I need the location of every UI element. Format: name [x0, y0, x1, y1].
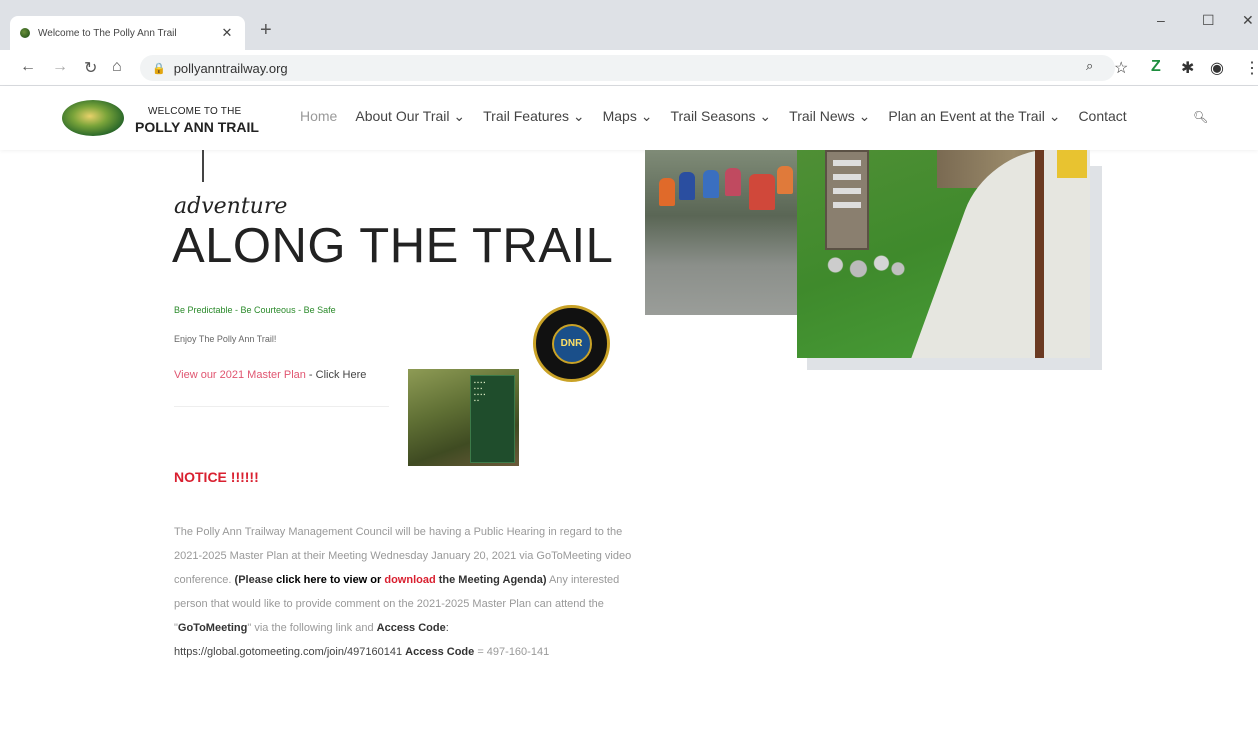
zoom-icon[interactable]: ⌕: [1086, 58, 1093, 74]
dnr-label: DNR: [560, 338, 583, 349]
vertical-divider: [202, 150, 204, 182]
maximize-button[interactable]: ☐: [1202, 12, 1215, 29]
master-plan-link[interactable]: View our 2021 Master Plan: [174, 369, 306, 381]
michigan-map-icon: DNR: [551, 323, 592, 364]
rider-figure: [703, 170, 719, 198]
site-favicon-icon: [20, 28, 30, 38]
new-tab-button[interactable]: +: [260, 19, 272, 42]
post-marking: [833, 174, 861, 180]
enjoy-text: Enjoy The Polly Ann Trail!: [174, 334, 277, 344]
address-toolbar: ← → ↻ ⌂ 🔒 pollyanntrailway.org ⌕ ☆ Z ✱ ◉…: [0, 50, 1258, 86]
agenda-text: the Meeting Agenda): [435, 574, 547, 586]
close-tab-icon[interactable]: ✕: [219, 25, 235, 41]
paved-path: [906, 150, 1090, 358]
extension-z-icon[interactable]: Z: [1151, 58, 1161, 76]
nav-maps[interactable]: Maps ⌄: [603, 108, 653, 125]
post-marking: [833, 160, 861, 166]
gotomeeting-text: GoToMeeting: [177, 622, 248, 634]
safety-motto: Be Predictable - Be Courteous - Be Safe: [174, 305, 336, 315]
cover-title-panel: ▪ ▪ ▪ ▪ ▪ ▪ ▪ ▪ ▪ ▪ ▪ ▪ ▪: [470, 375, 515, 463]
nav-trail-news[interactable]: Trail News ⌄: [789, 108, 870, 125]
stone-base: [817, 246, 909, 284]
cover-text-block: ▪ ▪ ▪ ▪ ▪ ▪ ▪ ▪ ▪ ▪ ▪ ▪ ▪: [474, 380, 486, 404]
rider-figure: [679, 172, 695, 200]
minimize-button[interactable]: –: [1157, 12, 1165, 28]
post-marking: [833, 202, 861, 208]
trail-marker-photo: [797, 150, 1090, 358]
nav-contact[interactable]: Contact: [1078, 108, 1126, 125]
nav-trail-features[interactable]: Trail Features ⌄: [483, 108, 584, 125]
browser-tab[interactable]: Welcome to The Polly Ann Trail ✕: [10, 16, 245, 50]
post-marking: [833, 188, 861, 194]
nav-about-our-trail[interactable]: About Our Trail ⌄: [355, 108, 465, 125]
hero-headline: ALONG THE TRAIL: [172, 219, 614, 273]
rider-figure: [777, 166, 793, 194]
section-divider: [174, 406, 389, 407]
notice-paragraph-3: " via the following link and: [247, 622, 377, 634]
master-plan-cover-image[interactable]: ▪ ▪ ▪ ▪ ▪ ▪ ▪ ▪ ▪ ▪ ▪ ▪ ▪: [408, 369, 519, 466]
click-here-text[interactable]: - Click Here: [306, 369, 366, 381]
reload-icon[interactable]: ↻: [84, 58, 97, 78]
url-text[interactable]: pollyanntrailway.org: [174, 61, 288, 76]
nav-home[interactable]: Home: [300, 108, 337, 125]
tab-title: Welcome to The Polly Ann Trail: [38, 27, 177, 39]
site-search-icon[interactable]: 🔍︎: [1193, 110, 1208, 124]
cyclists-photo: [645, 150, 805, 315]
browser-tab-bar: Welcome to The Polly Ann Trail ✕ + – ☐ ✕: [0, 0, 1258, 50]
logo-tagline[interactable]: WELCOME TO THE: [148, 106, 241, 117]
trail-marker-post: [825, 150, 869, 250]
access-code-label: Access Code: [376, 622, 446, 634]
lock-icon[interactable]: 🔒: [152, 62, 166, 75]
please-text: (Please: [234, 574, 277, 586]
rider-figure: [749, 174, 775, 210]
nav-plan-event[interactable]: Plan an Event at the Trail ⌄: [888, 108, 1060, 125]
menu-kebab-icon[interactable]: ⋮: [1244, 58, 1258, 78]
polly-ann-logo-icon[interactable]: [62, 100, 124, 136]
nav-trail-seasons[interactable]: Trail Seasons ⌄: [670, 108, 771, 125]
profile-icon[interactable]: ◉: [1210, 58, 1224, 78]
access-code-value: = 497-160-141: [474, 646, 550, 658]
bookmark-star-icon[interactable]: ☆: [1114, 58, 1128, 78]
click-here-link[interactable]: click here to view or: [276, 574, 384, 586]
rider-figure: [725, 168, 741, 196]
home-icon[interactable]: ⌂: [112, 58, 122, 76]
notice-body: The Polly Ann Trailway Management Counci…: [174, 520, 634, 664]
forward-icon[interactable]: →: [52, 58, 68, 76]
site-header: WELCOME TO THE POLLY ANN TRAIL Home Abou…: [0, 86, 1258, 150]
url-bar[interactable]: 🔒 pollyanntrailway.org: [140, 55, 1115, 81]
close-window-button[interactable]: ✕: [1242, 12, 1254, 29]
download-link[interactable]: download: [384, 574, 435, 586]
back-icon[interactable]: ←: [20, 58, 36, 76]
master-plan-line: View our 2021 Master Plan - Click Here: [174, 369, 366, 381]
extensions-puzzle-icon[interactable]: ✱: [1181, 58, 1194, 78]
rider-figure: [659, 178, 675, 206]
wooden-pole: [1035, 150, 1044, 358]
hero-subtitle: adventure: [174, 194, 288, 219]
yellow-sign: [1057, 150, 1087, 178]
main-nav: Home About Our Trail ⌄ Trail Features ⌄ …: [300, 108, 1127, 125]
notice-heading: NOTICE !!!!!!: [174, 469, 259, 485]
access-code-label-2: Access Code: [405, 646, 475, 658]
dnr-seal-logo[interactable]: DNR: [533, 305, 610, 382]
logo-title[interactable]: POLLY ANN TRAIL: [135, 119, 259, 135]
